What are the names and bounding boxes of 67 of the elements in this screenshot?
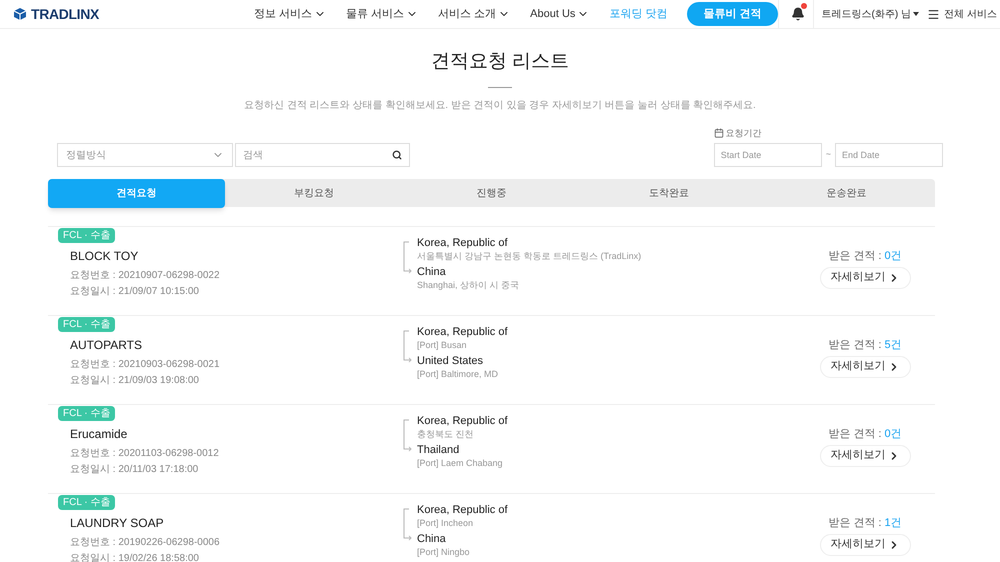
origin-address: [Port] Incheon — [417, 517, 474, 529]
status-tab[interactable]: 부킹요청 — [225, 179, 403, 207]
request-name: BLOCK TOY — [70, 248, 138, 265]
end-date-field[interactable]: End Date — [835, 143, 943, 167]
destination-country: Thailand — [417, 443, 460, 457]
origin-country: Korea, Republic of — [417, 236, 508, 250]
received-quotes-label: 받은 견적 : — [828, 338, 882, 353]
origin-country: Korea, Republic of — [417, 414, 508, 428]
received-quotes-label: 받은 견적 : — [828, 249, 882, 264]
page-title: 견적요청 리스트 — [430, 50, 570, 74]
request-number: 요청번호 : 20190226-06298-0006 — [70, 536, 220, 550]
request-number: 요청번호 : 20210903-06298-0021 — [70, 358, 220, 372]
request-name: LAUNDRY SOAP — [70, 515, 164, 532]
received-quotes-count: 5건 — [884, 338, 902, 353]
request-name: AUTOPARTS — [70, 337, 142, 354]
all-services-button[interactable]: 전체 서비스 — [927, 6, 997, 22]
caret-icon — [913, 12, 919, 16]
received-quotes-label: 받은 견적 : — [828, 516, 882, 531]
detail-button[interactable]: 자세히보기 — [820, 444, 910, 466]
date-separator: ~ — [826, 148, 831, 162]
received-quotes-count: 0건 — [884, 249, 902, 264]
nav-menu-item[interactable]: 서비스 소개 — [438, 6, 510, 22]
received-quotes-label: 받은 견적 : — [828, 427, 882, 442]
origin-address: 충청북도 진천 — [417, 428, 474, 440]
start-date-field[interactable]: Start Date — [714, 143, 822, 167]
destination-address: [Port] Laem Chabang — [417, 457, 503, 469]
detail-button[interactable]: 자세히보기 — [820, 266, 910, 288]
origin-country: Korea, Republic of — [417, 503, 508, 517]
origin-address: 서울특별시 강남구 논현동 학동로 트레드링스 (TradLinx) — [417, 250, 642, 262]
type-tag: FCL · 수출 — [58, 317, 116, 332]
nav-menu-item[interactable]: About Us — [530, 6, 590, 22]
search-field[interactable]: 검색 — [235, 143, 410, 167]
menu-icon — [927, 8, 940, 20]
detail-button[interactable]: 자세히보기 — [820, 356, 910, 378]
logo[interactable]: TRADLINX — [31, 4, 99, 24]
received-quotes-count: 0건 — [884, 427, 902, 442]
calendar-icon — [714, 128, 724, 138]
nav-menu-item[interactable]: 물류 서비스 — [346, 6, 418, 22]
destination-address: [Port] Ningbo — [417, 546, 470, 558]
received-quotes-count: 1건 — [884, 516, 902, 531]
period-label: 요청기간 — [726, 126, 762, 140]
type-tag: FCL · 수출 — [58, 495, 116, 510]
origin-country: Korea, Republic of — [417, 325, 508, 339]
type-tag: FCL · 수출 — [58, 228, 116, 243]
destination-country: China — [417, 532, 446, 546]
user-menu[interactable]: 트레드링스(화주) 님 — [822, 6, 919, 22]
destination-address: Shanghai, 상하이 시 중국 — [417, 279, 520, 291]
request-date: 요청일시 : 20/11/03 17:18:00 — [70, 463, 198, 477]
request-number: 요청번호 : 20210907-06298-0022 — [70, 269, 220, 283]
request-date: 요청일시 : 21/09/07 10:15:00 — [70, 285, 199, 299]
search-icon — [392, 150, 402, 160]
destination-address: [Port] Baltimore, MD — [417, 368, 498, 380]
page-subtitle: 요청하신 견적 리스트와 상태를 확인해보세요. 받은 견적이 있을 경우 자세히보기 버튼을 눌러 상태를 확인해주세요. — [244, 98, 756, 112]
detail-button[interactable]: 자세히보기 — [820, 534, 910, 556]
search-input[interactable]: 검색 — [243, 148, 392, 162]
nav-menu-item[interactable]: 정보 서비스 — [254, 6, 326, 22]
logo-cube-icon — [13, 7, 27, 21]
destination-country: China — [417, 265, 446, 279]
status-tab[interactable]: 진행중 — [402, 179, 580, 207]
request-number: 요청번호 : 20201103-06298-0012 — [70, 447, 219, 461]
request-name: Erucamide — [70, 426, 128, 443]
origin-address: [Port] Busan — [417, 339, 467, 351]
type-tag: FCL · 수출 — [58, 406, 116, 421]
destination-country: United States — [417, 354, 484, 368]
status-tab[interactable]: 도착완료 — [580, 179, 758, 207]
status-tab[interactable]: 운송완료 — [758, 179, 936, 207]
request-date: 요청일시 : 21/09/03 19:08:00 — [70, 374, 199, 388]
